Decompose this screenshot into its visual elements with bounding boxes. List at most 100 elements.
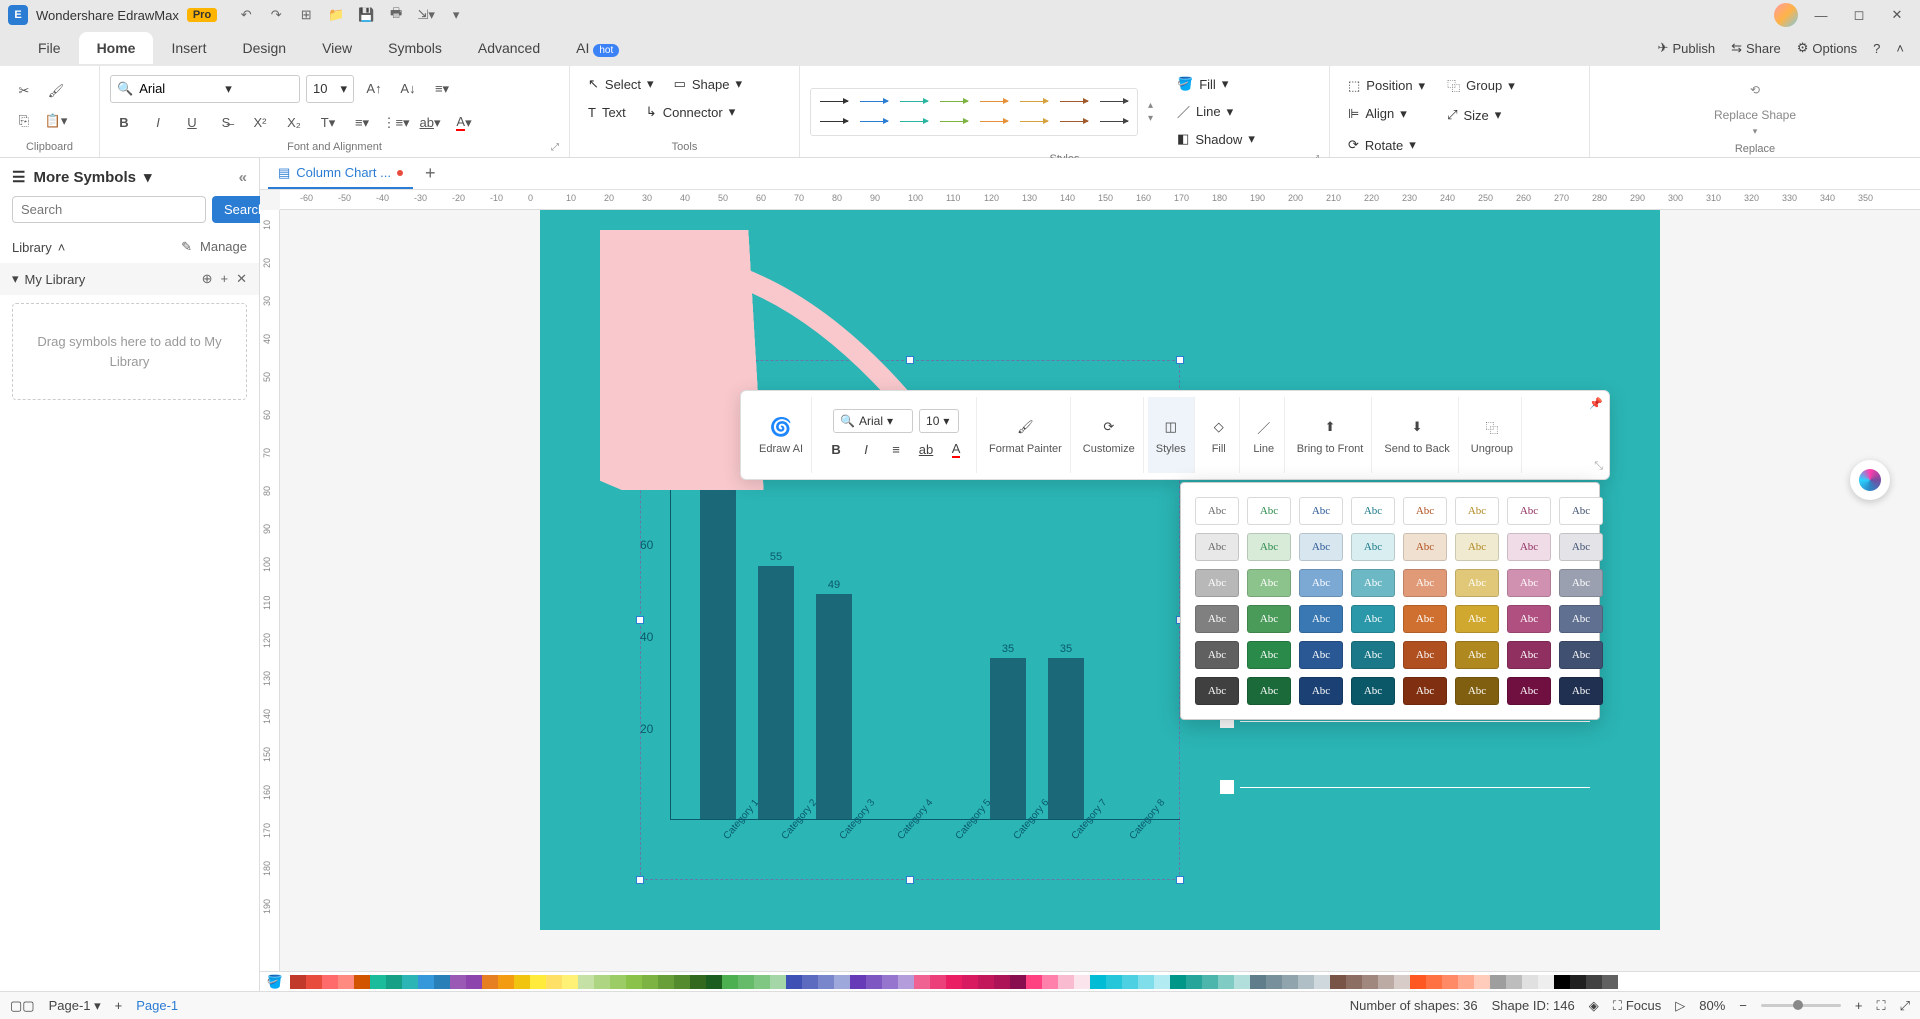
export-icon[interactable]: ⇲▾	[417, 6, 435, 24]
my-library-label[interactable]: My Library	[25, 272, 86, 287]
menu-ai[interactable]: AIhot	[558, 32, 637, 64]
style-swatch[interactable]: Abc	[1299, 569, 1343, 597]
style-swatch[interactable]: Abc	[1195, 569, 1239, 597]
palette-color[interactable]	[1170, 975, 1186, 989]
palette-color[interactable]	[1458, 975, 1474, 989]
open-icon[interactable]: 📁	[327, 6, 345, 24]
palette-color[interactable]	[1490, 975, 1506, 989]
palette-color[interactable]	[1570, 975, 1586, 989]
float-send-back[interactable]: ⬇ Send to Back	[1376, 397, 1458, 473]
cut-icon[interactable]: ✂	[10, 77, 38, 105]
print-icon[interactable]: 🖶	[387, 6, 405, 24]
float-format-painter[interactable]: 🖌 Format Painter	[981, 397, 1071, 473]
style-swatch[interactable]: Abc	[1195, 641, 1239, 669]
style-swatch[interactable]: Abc	[1507, 605, 1551, 633]
palette-color[interactable]	[1586, 975, 1602, 989]
manage-link[interactable]: Manage	[200, 239, 247, 255]
replace-shape-button[interactable]: ⟲ Replace Shape ▾	[1706, 72, 1804, 141]
palette-color[interactable]	[930, 975, 946, 989]
palette-color[interactable]	[1138, 975, 1154, 989]
copy-icon[interactable]: ⎘	[10, 107, 38, 135]
palette-color[interactable]	[770, 975, 786, 989]
style-swatch[interactable]: Abc	[1351, 677, 1395, 705]
style-swatch[interactable]: Abc	[1507, 533, 1551, 561]
palette-color[interactable]	[434, 975, 450, 989]
style-swatch[interactable]: Abc	[1299, 533, 1343, 561]
palette-color[interactable]	[754, 975, 770, 989]
pages-toggle-icon[interactable]: ▢▢	[10, 998, 35, 1014]
shadow-dropdown[interactable]: ◧Shadow▾	[1169, 127, 1263, 151]
palette-color[interactable]	[1330, 975, 1346, 989]
palette-color[interactable]	[1362, 975, 1378, 989]
arrow-style-swatch[interactable]	[1095, 113, 1133, 131]
palette-color[interactable]	[402, 975, 418, 989]
float-size-combo[interactable]: 10▾	[919, 409, 959, 433]
float-fill[interactable]: ◇ Fill	[1199, 397, 1240, 473]
float-ungroup[interactable]: ⿻ Ungroup	[1463, 397, 1522, 473]
palette-color[interactable]	[706, 975, 722, 989]
dialog-launcher-icon[interactable]: ⤢	[551, 142, 559, 153]
style-swatch[interactable]: Abc	[1299, 497, 1343, 525]
style-swatch[interactable]: Abc	[1351, 569, 1395, 597]
palette-color[interactable]	[338, 975, 354, 989]
arrow-style-swatch[interactable]	[975, 93, 1013, 111]
align-text-icon[interactable]: ≡▾	[428, 75, 456, 103]
style-swatch[interactable]: Abc	[1455, 605, 1499, 633]
palette-color[interactable]	[738, 975, 754, 989]
resize-handle-se[interactable]	[1176, 876, 1184, 884]
resize-handle-s[interactable]	[906, 876, 914, 884]
style-swatch[interactable]: Abc	[1351, 533, 1395, 561]
palette-color[interactable]	[786, 975, 802, 989]
palette-color[interactable]	[482, 975, 498, 989]
palette-color[interactable]	[1202, 975, 1218, 989]
palette-color[interactable]	[498, 975, 514, 989]
arrow-style-swatch[interactable]	[1055, 113, 1093, 131]
style-swatch[interactable]: Abc	[1351, 641, 1395, 669]
more-icon[interactable]: ▾	[447, 6, 465, 24]
style-swatch[interactable]: Abc	[1351, 605, 1395, 633]
palette-color[interactable]	[674, 975, 690, 989]
select-tool[interactable]: ↖Select▾	[580, 72, 662, 96]
style-swatch[interactable]: Abc	[1559, 497, 1603, 525]
palette-color[interactable]	[1218, 975, 1234, 989]
active-page-tab[interactable]: Page-1	[136, 998, 178, 1013]
symbol-search-input[interactable]	[12, 196, 206, 223]
palette-color[interactable]	[290, 975, 306, 989]
gallery-down-icon[interactable]: ▾	[1148, 113, 1153, 124]
pin-icon[interactable]: 📌	[1589, 397, 1603, 410]
bullet-list-icon[interactable]: ⋮≡▾	[382, 109, 410, 137]
style-swatch[interactable]: Abc	[1403, 641, 1447, 669]
style-swatch[interactable]: Abc	[1247, 677, 1291, 705]
arrow-style-swatch[interactable]	[1015, 93, 1053, 111]
palette-color[interactable]	[994, 975, 1010, 989]
style-swatch[interactable]: Abc	[1455, 641, 1499, 669]
palette-color[interactable]	[418, 975, 434, 989]
palette-color[interactable]	[1154, 975, 1170, 989]
text-direction-icon[interactable]: T▾	[314, 109, 342, 137]
float-customize[interactable]: ⟳ Customize	[1075, 397, 1144, 473]
fill-dropdown[interactable]: 🪣Fill▾	[1169, 72, 1263, 96]
position-dropdown[interactable]: ⬚Position▾	[1340, 74, 1433, 98]
palette-color[interactable]	[642, 975, 658, 989]
palette-color[interactable]	[610, 975, 626, 989]
resize-handle-sw[interactable]	[636, 876, 644, 884]
arrow-style-swatch[interactable]	[895, 113, 933, 131]
add-page-button[interactable]: +	[115, 998, 123, 1013]
hamburger-icon[interactable]: ☰	[12, 168, 25, 186]
palette-color[interactable]	[946, 975, 962, 989]
arrow-style-swatch[interactable]	[1055, 93, 1093, 111]
library-label[interactable]: Library	[12, 240, 52, 255]
float-font-color-icon[interactable]: A	[944, 437, 968, 461]
palette-color[interactable]	[1026, 975, 1042, 989]
line-spacing-icon[interactable]: ≡▾	[348, 109, 376, 137]
palette-color[interactable]	[1042, 975, 1058, 989]
minimize-button[interactable]: —	[1806, 1, 1836, 29]
palette-color[interactable]	[882, 975, 898, 989]
edit-icon[interactable]: ✎	[181, 239, 192, 255]
palette-color[interactable]	[690, 975, 706, 989]
text-style-icon[interactable]: ab▾	[416, 109, 444, 137]
add-tab-button[interactable]: +	[425, 163, 436, 184]
format-painter-icon[interactable]: 🖌	[42, 77, 70, 105]
arrow-style-swatch[interactable]	[975, 113, 1013, 131]
zoom-out-button[interactable]: −	[1739, 998, 1747, 1013]
